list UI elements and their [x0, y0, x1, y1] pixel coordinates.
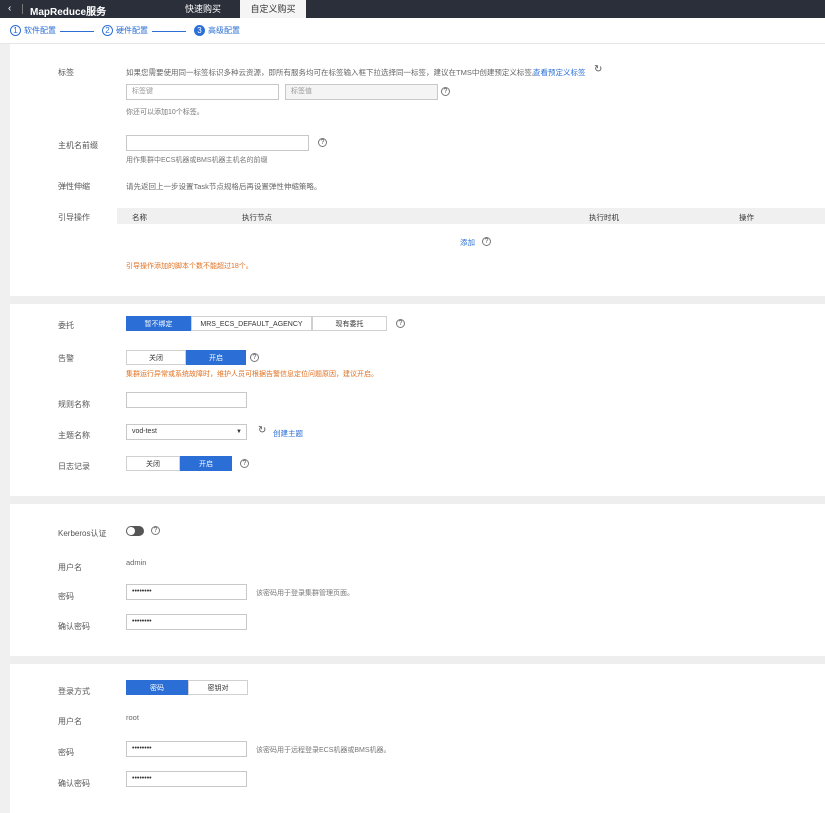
login-label: 登录方式: [58, 687, 90, 696]
tags-hint: 如果您需要使用同一标签标识多种云资源，即所有服务均可在标签输入框下拉选择同一标签…: [126, 68, 540, 77]
help-circle-icon[interactable]: ?: [318, 138, 327, 147]
step-number: 3: [194, 25, 205, 36]
agency-none-button[interactable]: 暂不绑定: [126, 316, 191, 331]
chevron-left-icon[interactable]: ‹: [8, 3, 11, 14]
kerberos-label: Kerberos认证: [58, 529, 107, 538]
step-label: 高级配置: [208, 26, 240, 35]
login-confirm-label: 确认密码: [58, 779, 90, 788]
step-label: 软件配置: [24, 26, 56, 35]
section-divider: [10, 656, 825, 664]
bootstrap-label: 引导操作: [58, 213, 90, 222]
help-circle-icon[interactable]: ?: [441, 87, 450, 96]
kerberos-toggle[interactable]: [126, 526, 144, 536]
alarm-warning: 集群运行异常或系统故障时，维护人员可根据告警信息定位问题原因，建议开启。: [126, 371, 378, 378]
login-user-value: root: [126, 713, 139, 722]
refresh-icon[interactable]: ↻: [258, 425, 266, 436]
elastic-text: 请先返回上一步设置Task节点规格后再设置弹性伸缩策略。: [126, 182, 322, 191]
refresh-icon[interactable]: ↻: [594, 64, 602, 75]
kerberos-confirm-label: 确认密码: [58, 622, 90, 631]
login-pwd-label: 密码: [58, 748, 74, 757]
topic-label: 主题名称: [58, 431, 90, 440]
agency-label: 委托: [58, 321, 74, 330]
kerberos-user-label: 用户名: [58, 563, 82, 572]
rule-name-input[interactable]: [126, 392, 247, 408]
step-connector: [152, 31, 186, 32]
top-bar: ‹ MapReduce服务 快速购买 自定义购买: [0, 0, 825, 18]
help-circle-icon[interactable]: ?: [396, 319, 405, 328]
elastic-label: 弹性伸缩: [58, 182, 90, 191]
bootstrap-warning: 引导操作添加的脚本个数不能超过18个。: [126, 263, 253, 270]
login-user-label: 用户名: [58, 717, 82, 726]
login-password-input[interactable]: ••••••••: [126, 741, 247, 757]
col-node: 执行节点: [242, 213, 272, 222]
logging-label: 日志记录: [58, 462, 90, 471]
step-label: 硬件配置: [116, 26, 148, 35]
login-password-button[interactable]: 密码: [126, 680, 188, 695]
agency-existing-button[interactable]: 现有委托: [312, 316, 387, 331]
alarm-label: 告警: [58, 354, 74, 363]
tags-label: 标签: [58, 68, 74, 77]
left-gutter: [0, 44, 10, 813]
kerberos-user-value: admin: [126, 558, 147, 567]
step-number: 1: [10, 25, 21, 36]
kerberos-password-input[interactable]: ••••••••: [126, 584, 247, 600]
step-connector: [60, 31, 94, 32]
step-hardware[interactable]: 2 硬件配置: [102, 25, 148, 36]
tag-value-input[interactable]: 标签值: [285, 84, 438, 100]
help-circle-icon[interactable]: ?: [482, 237, 491, 246]
alarm-on-button[interactable]: 开启: [186, 350, 246, 365]
login-pwd-desc: 该密码用于远程登录ECS机器或BMS机器。: [256, 747, 391, 754]
toggle-knob: [127, 527, 135, 535]
hostname-label: 主机名前缀: [58, 141, 98, 150]
bootstrap-table-header: 名称 执行节点 执行时机 操作: [117, 208, 825, 224]
tab-quick-buy[interactable]: 快速购买: [170, 0, 236, 18]
help-circle-icon[interactable]: ?: [250, 353, 259, 362]
section-divider: [10, 496, 825, 504]
topic-select[interactable]: vod-test: [126, 424, 247, 440]
help-circle-icon[interactable]: ?: [240, 459, 249, 468]
chevron-down-icon: ▼: [236, 429, 242, 435]
col-timing: 执行时机: [589, 213, 619, 222]
agency-default-button[interactable]: MRS_ECS_DEFAULT_AGENCY: [191, 316, 312, 331]
step-number: 2: [102, 25, 113, 36]
kerberos-pwd-label: 密码: [58, 592, 74, 601]
hostname-input[interactable]: [126, 135, 309, 151]
hostname-desc: 用作集群中ECS机器或BMS机器主机名的前缀: [126, 157, 268, 164]
step-software[interactable]: 1 软件配置: [10, 25, 56, 36]
logging-off-button[interactable]: 关闭: [126, 456, 180, 471]
section-basic: [10, 44, 825, 296]
tab-custom-buy[interactable]: 自定义购买: [240, 0, 306, 18]
col-name: 名称: [132, 213, 147, 222]
col-action: 操作: [739, 213, 754, 222]
tags-remaining: 你还可以添加10个标签。: [126, 109, 204, 116]
step-bar: 1 软件配置 2 硬件配置 3 高级配置: [0, 18, 825, 44]
logging-on-button[interactable]: 开启: [180, 456, 232, 471]
login-confirm-input[interactable]: ••••••••: [126, 771, 247, 787]
section-divider: [10, 296, 825, 304]
alarm-off-button[interactable]: 关闭: [126, 350, 186, 365]
predefined-tags-link[interactable]: 查看预定义标签: [533, 67, 586, 78]
login-keypair-button[interactable]: 密钥对: [188, 680, 248, 695]
create-topic-link[interactable]: 创建主题: [273, 428, 303, 439]
header-divider: [22, 4, 23, 14]
kerberos-confirm-input[interactable]: ••••••••: [126, 614, 247, 630]
kerberos-pwd-desc: 该密码用于登录集群管理页面。: [256, 590, 354, 597]
help-circle-icon[interactable]: ?: [151, 526, 160, 535]
step-advanced[interactable]: 3 高级配置: [194, 25, 240, 36]
rule-name-label: 规则名称: [58, 400, 90, 409]
app-title: MapReduce服务: [30, 7, 107, 18]
tag-key-input[interactable]: 标签键: [126, 84, 279, 100]
add-bootstrap-button[interactable]: 添加: [460, 237, 475, 248]
